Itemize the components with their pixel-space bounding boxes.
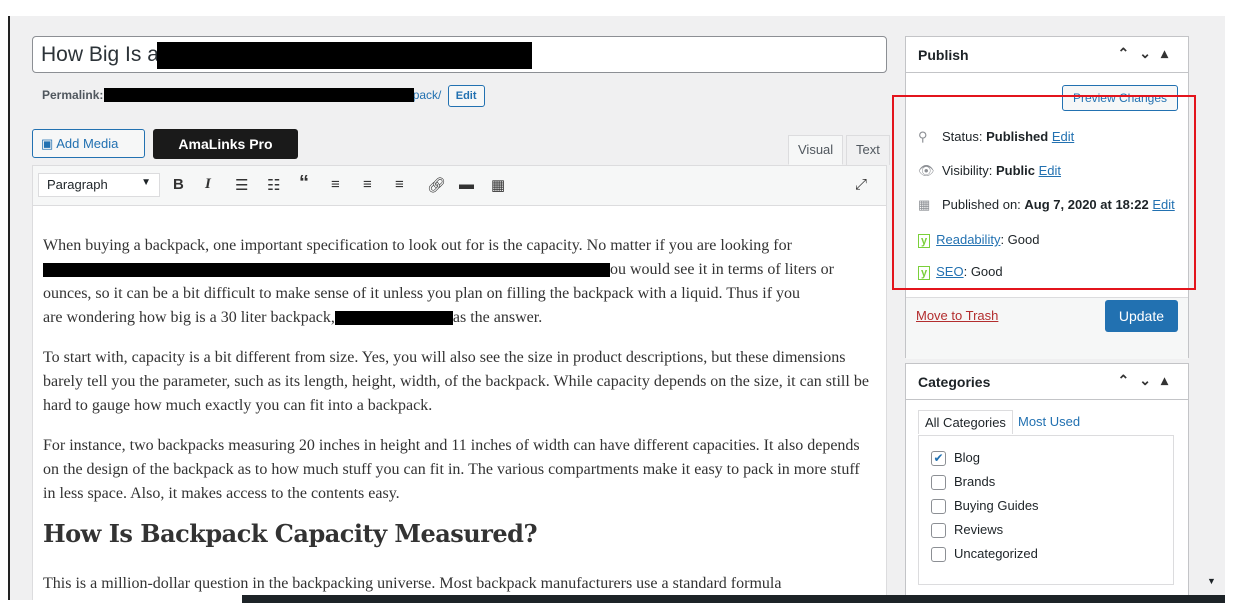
numbered-list-icon[interactable]: ☷: [267, 176, 280, 194]
category-list: ✔ Blog Brands Buying Guides Reviews Uncat…: [918, 435, 1174, 585]
redaction: [334, 311, 453, 326]
paragraph: This is a million-dollar question in the…: [43, 575, 782, 592]
box-arrows-icon[interactable]: ⌃⌄▴: [1118, 45, 1179, 62]
tab-most-used[interactable]: Most Used: [1018, 414, 1080, 429]
amalinks-pro-button[interactable]: AmaLinks Pro: [153, 129, 298, 159]
category-item[interactable]: Uncategorized: [931, 542, 1161, 566]
move-to-trash-link[interactable]: Move to Trash: [916, 308, 998, 323]
bulleted-list-icon[interactable]: ☰: [235, 176, 248, 194]
editor-content[interactable]: When buying a backpack, one important sp…: [33, 206, 886, 600]
align-left-icon[interactable]: ≡: [331, 176, 340, 193]
editor: Paragraph ▼ B I ☰ ☷ “ ≡ ≡ ≡ 🔗︎ ▬ ▦ ⤢ When…: [32, 165, 887, 600]
fullscreen-icon[interactable]: ⤢: [855, 176, 867, 193]
categories-header: Categories ⌃⌄▴: [906, 364, 1188, 400]
permalink-edit-button[interactable]: Edit: [447, 85, 485, 107]
italic-icon[interactable]: I: [205, 176, 211, 193]
read-more-icon[interactable]: ▬: [459, 176, 474, 193]
scroll-down-arrow[interactable]: ▼: [1207, 576, 1216, 586]
tab-all-categories[interactable]: All Categories: [918, 410, 1013, 434]
category-item[interactable]: Reviews: [931, 518, 1161, 542]
categories-box: Categories ⌃⌄▴ All Categories Most Used ✔…: [905, 363, 1189, 600]
redaction: [157, 42, 532, 69]
publish-header: Publish ⌃⌄▴: [906, 37, 1188, 73]
format-select[interactable]: Paragraph ▼: [38, 173, 160, 197]
checkbox[interactable]: [931, 523, 946, 539]
checkbox[interactable]: [931, 547, 946, 563]
redaction: [43, 263, 610, 278]
update-button[interactable]: Update: [1104, 300, 1178, 332]
paragraph: To start with, capacity is a bit differe…: [43, 349, 869, 414]
blockquote-icon[interactable]: “: [299, 172, 309, 195]
link-icon[interactable]: 🔗︎: [427, 176, 446, 194]
section-heading: How Is Backpack Capacity Measured?: [43, 519, 538, 548]
category-item[interactable]: Brands: [931, 470, 1161, 494]
checkbox[interactable]: [931, 499, 946, 515]
tab-text[interactable]: Text: [846, 135, 890, 165]
tab-visual[interactable]: Visual: [788, 135, 844, 165]
redaction: [104, 88, 414, 102]
toolbar-toggle-icon[interactable]: ▦: [491, 176, 505, 194]
add-media-button[interactable]: ▣ Add Media: [32, 129, 145, 158]
media-icon: ▣: [41, 136, 54, 151]
category-item[interactable]: Buying Guides: [931, 494, 1161, 518]
highlight-box: [892, 95, 1196, 290]
editor-toolbar: Paragraph ▼ B I ☰ ☷ “ ≡ ≡ ≡ 🔗︎ ▬ ▦ ⤢: [33, 166, 886, 206]
checkbox[interactable]: [931, 475, 946, 491]
align-right-icon[interactable]: ≡: [395, 176, 404, 193]
checkbox[interactable]: ✔: [931, 451, 946, 467]
bold-icon[interactable]: B: [173, 176, 184, 193]
taskbar: [242, 595, 1225, 603]
box-arrows-icon[interactable]: ⌃⌄▴: [1118, 372, 1179, 389]
paragraph: When buying a backpack, one important sp…: [43, 237, 834, 326]
category-item[interactable]: ✔ Blog: [931, 446, 1161, 470]
paragraph: For instance, two backpacks measuring 20…: [43, 437, 860, 502]
align-center-icon[interactable]: ≡: [363, 176, 372, 193]
